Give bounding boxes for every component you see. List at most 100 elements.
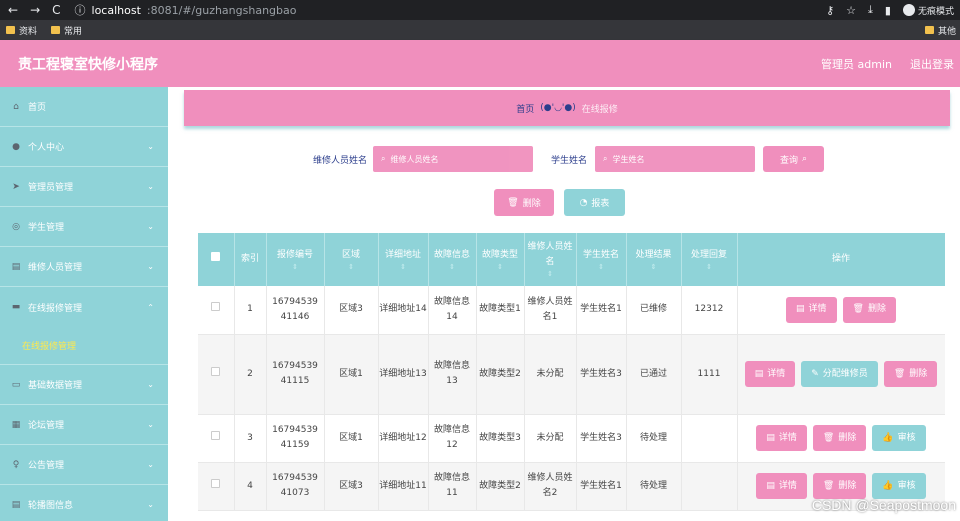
chevron-down-icon: ⌄ <box>147 420 154 429</box>
sort-icon[interactable]: ⇕ <box>267 263 324 272</box>
sidebar-item-admin[interactable]: ➤ 管理员管理 ⌄ <box>0 167 168 207</box>
reload-icon[interactable]: C <box>52 3 60 17</box>
repairer-cell: 未分配 <box>524 334 577 415</box>
sidebar-item-base-data[interactable]: ▭ 基础数据管理 ⌄ <box>0 365 168 405</box>
sidebar-item-online-repair[interactable]: ▬ 在线报修管理 ⌃ <box>0 287 168 327</box>
delete-button[interactable]: 🗑 删除 <box>494 189 554 216</box>
report-label: 报表 <box>591 199 610 209</box>
review-button[interactable]: 👍 审核 <box>872 473 926 499</box>
sidebar-item-label: 首页 <box>28 103 47 113</box>
trash-icon: 🗑 <box>893 368 906 379</box>
breadcrumb-home[interactable]: 首页 <box>516 102 534 115</box>
address-bar[interactable]: ⓘ localhost:8081/#/guzhangshangbao <box>75 2 297 18</box>
student-cell: 学生姓名3 <box>576 334 627 415</box>
row-checkbox[interactable] <box>211 302 221 312</box>
forward-icon[interactable]: → <box>30 3 40 17</box>
repair-table: 索引 报修编号 ⇕ 区域 ⇕ 详细地址 ⇕ 故障信息 ⇕ 故障类型 ⇕ 维修人员姓名 ⇕ 学… <box>198 233 945 521</box>
row-delete-button[interactable]: 🗑 删除 <box>842 296 896 323</box>
detail-button[interactable]: ▤ 详情 <box>786 296 837 323</box>
sidebar-subitem-online-repair[interactable]: 在线报修管理 <box>0 327 168 365</box>
sort-icon[interactable]: ⇕ <box>577 263 626 272</box>
column-header[interactable]: 详细地址 ⇕ <box>378 233 429 286</box>
download-icon[interactable]: ⤓ <box>868 3 873 17</box>
document-icon: ▤ <box>796 304 805 315</box>
detail-button[interactable]: ▤ 详情 <box>756 425 807 451</box>
row-delete-button[interactable]: 🗑 删除 <box>883 361 938 387</box>
row-checkbox[interactable] <box>211 366 221 376</box>
row-select-cell[interactable] <box>198 334 235 415</box>
column-header[interactable]: 处理结果 ⇕ <box>626 233 682 286</box>
chevron-up-icon: ⌃ <box>147 302 154 312</box>
row-delete-button[interactable]: 🗑 删除 <box>812 473 867 499</box>
report-button[interactable]: ◔ 报表 <box>564 189 625 216</box>
sidebar-item-label: 在线报修管理 <box>28 303 83 314</box>
watermark: CSDN @Seapostmoon <box>811 497 956 513</box>
review-button[interactable]: 👍 审核 <box>872 425 926 451</box>
column-header[interactable]: 维修人员姓名 ⇕ <box>524 233 577 286</box>
document-icon: ▤ <box>766 432 775 443</box>
logout-link[interactable]: 退出登录 <box>910 56 954 72</box>
column-header[interactable]: 故障信息 ⇕ <box>428 233 477 286</box>
index-cell: 1 <box>234 286 267 335</box>
index-cell: 4 <box>234 462 267 511</box>
bookmark-folder-other[interactable]: 其他 <box>924 24 960 37</box>
review-label: 审核 <box>897 432 916 443</box>
sidebar-item-students[interactable]: ◎ 学生管理 ⌄ <box>0 207 168 247</box>
column-header[interactable]: 处理回复 ⇕ <box>681 233 738 286</box>
chevron-down-icon: ⌄ <box>147 380 154 389</box>
column-header[interactable]: 故障类型 ⇕ <box>476 233 525 286</box>
folder-icon <box>6 26 15 34</box>
sidebar-item-home[interactable]: ⌂ 首页 <box>0 87 168 127</box>
sort-icon[interactable]: ⇕ <box>325 263 378 272</box>
sidebar-item-label: 学生管理 <box>28 223 65 233</box>
column-header[interactable]: 学生姓名 ⇕ <box>576 233 627 286</box>
index-cell: 3 <box>234 414 267 463</box>
row-select-cell[interactable] <box>198 414 235 463</box>
query-button[interactable]: 查询 ⌕ <box>763 146 825 172</box>
select-all-checkbox[interactable] <box>211 252 221 261</box>
detail-button[interactable]: ▤ 详情 <box>744 361 796 387</box>
column-header-label: 报修编号 <box>276 249 313 260</box>
sort-icon[interactable]: ⇕ <box>477 263 524 272</box>
sort-icon[interactable]: ⇕ <box>682 263 737 272</box>
detail-button[interactable]: ▤ 详情 <box>756 473 807 499</box>
sidebar-item-repairers[interactable]: ▤ 维修人员管理 ⌄ <box>0 247 168 287</box>
key-icon[interactable]: ⚷ <box>826 4 834 17</box>
row-select-cell[interactable] <box>198 286 235 335</box>
star-icon[interactable]: ☆ <box>846 4 856 17</box>
bookmark-folder[interactable]: 资料 <box>6 24 37 37</box>
trash-icon: 🗑 <box>822 432 835 443</box>
bookmark-folder[interactable]: 常用 <box>51 24 82 37</box>
incognito-indicator[interactable]: 无痕模式 <box>902 4 954 17</box>
action-bar: 🗑 删除 ◔ 报表 <box>494 189 625 216</box>
student-placeholder: 学生姓名 <box>612 154 645 164</box>
column-header[interactable]: 区域 ⇕ <box>324 233 379 286</box>
assign-repairer-button[interactable]: ✎ 分配维修员 <box>801 361 878 387</box>
chevron-down-icon: ⌄ <box>147 142 154 151</box>
trash-icon: 🗑 <box>507 197 519 208</box>
window-icon[interactable]: ▮ <box>885 4 891 17</box>
sidebar-item-label: 维修人员管理 <box>28 263 83 273</box>
repairer-search-input[interactable]: ⌕ 维修人员姓名 <box>373 146 534 172</box>
back-icon[interactable]: ← <box>8 3 18 17</box>
select-all-cell[interactable] <box>198 233 235 286</box>
sidebar-item-profile[interactable]: ● 个人中心 ⌄ <box>0 127 168 167</box>
sort-icon[interactable]: ⇕ <box>627 263 681 272</box>
folder-icon <box>51 26 61 34</box>
sidebar-item-forum[interactable]: ▦ 论坛管理 ⌄ <box>0 405 168 445</box>
sort-icon[interactable]: ⇕ <box>379 263 428 272</box>
row-select-cell[interactable] <box>198 462 235 511</box>
repair-no-cell: 1679453941146 <box>266 286 325 335</box>
sidebar-item-carousel[interactable]: ▤ 轮播图信息 ⌄ <box>0 485 168 521</box>
student-search-input[interactable]: ⌕ 学生姓名 <box>595 146 756 172</box>
reply-cell: 1111 <box>681 334 738 415</box>
sort-icon[interactable]: ⇕ <box>525 270 576 279</box>
sort-icon[interactable]: ⇕ <box>429 263 476 272</box>
column-header-label: 索引 <box>240 254 259 264</box>
mic-icon: ♀ <box>12 459 20 470</box>
sidebar-item-notices[interactable]: ♀ 公告管理 ⌄ <box>0 445 168 485</box>
row-delete-button[interactable]: 🗑 删除 <box>812 425 867 451</box>
row-checkbox[interactable] <box>211 478 221 488</box>
row-checkbox[interactable] <box>211 430 221 440</box>
column-header[interactable]: 报修编号 ⇕ <box>266 233 325 286</box>
